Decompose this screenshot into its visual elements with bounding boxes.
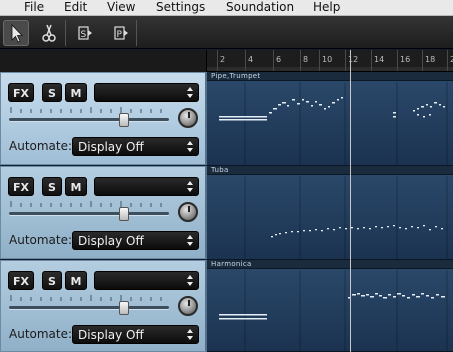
automate-dropdown[interactable]: Display Off — [72, 325, 199, 344]
midi-region[interactable] — [207, 176, 453, 260]
ruler-bar-label: 2 — [220, 55, 226, 64]
menu-view[interactable]: View — [107, 0, 135, 15]
automate-value: Display Off — [78, 234, 144, 248]
volume-slider-handle[interactable] — [119, 113, 130, 127]
lane-header: Harmonica — [207, 260, 453, 269]
menu-help[interactable]: Help — [313, 0, 340, 15]
chevron-updown-icon — [187, 275, 193, 286]
automate-dropdown[interactable]: Display Off — [72, 231, 199, 250]
ruler-bar-label: 14 — [374, 55, 385, 64]
volume-slider-handle[interactable] — [119, 207, 130, 221]
ruler-bar-label: 10 — [322, 55, 333, 64]
ruler-bar-label: 18 — [425, 55, 436, 64]
instrument-dropdown[interactable] — [94, 177, 199, 196]
track-lane-3[interactable]: Harmonica — [207, 260, 453, 352]
pattern-tool-icon: P — [114, 26, 128, 40]
ruler-bar-label: 8 — [303, 55, 309, 64]
midi-region[interactable] — [207, 270, 453, 352]
menu-edit[interactable]: Edit — [64, 0, 87, 15]
pan-knob[interactable] — [178, 202, 198, 222]
fx-button[interactable]: FX — [8, 177, 34, 196]
volume-scale — [10, 201, 162, 207]
automate-value: Display Off — [78, 140, 144, 154]
menu-soundation[interactable]: Soundation — [226, 0, 294, 15]
track-lane-2[interactable]: Tuba — [207, 166, 453, 260]
ruler-bar-label: 4 — [248, 55, 254, 64]
volume-slider-handle[interactable] — [119, 301, 130, 315]
solo-button[interactable]: S — [42, 271, 62, 290]
pan-knob[interactable] — [178, 296, 198, 316]
track-controls-1[interactable]: FX S M Automate: Display Off — [0, 72, 207, 165]
volume-scale — [10, 107, 162, 113]
menu-bar: File Edit View Settings Soundation Help — [0, 0, 453, 16]
lane-header: Tuba — [207, 166, 453, 175]
menu-file[interactable]: File — [24, 0, 44, 15]
track-header-corner — [0, 50, 207, 72]
scissors-tool-button[interactable] — [36, 20, 62, 46]
volume-slider[interactable] — [9, 306, 169, 309]
solo-button[interactable]: S — [42, 177, 62, 196]
track-controls-2[interactable]: FX S M Automate: Display Off — [0, 166, 207, 259]
chevron-updown-icon — [187, 235, 193, 246]
mute-button[interactable]: M — [65, 83, 87, 102]
chevron-updown-icon — [187, 181, 193, 192]
svg-text:P: P — [117, 30, 123, 40]
automate-value: Display Off — [78, 328, 144, 342]
toolbar: S P — [0, 16, 453, 49]
scissors-icon — [42, 24, 56, 42]
chevron-updown-icon — [187, 87, 193, 98]
pointer-tool-button[interactable] — [3, 20, 29, 46]
track-lane-1[interactable]: Pipe,Trumpet — [207, 72, 453, 166]
automate-dropdown[interactable]: Display Off — [72, 137, 199, 156]
instrument-dropdown[interactable] — [94, 271, 199, 290]
fx-button[interactable]: FX — [8, 271, 34, 290]
split-tool-icon: S — [78, 26, 92, 40]
ruler-bar-label: 6 — [276, 55, 282, 64]
automate-label: Automate: — [9, 327, 73, 341]
ruler-bar-label: 16 — [400, 55, 411, 64]
pattern-tool-button[interactable]: P — [106, 20, 132, 46]
menu-settings[interactable]: Settings — [156, 0, 205, 15]
volume-slider[interactable] — [9, 212, 169, 215]
split-tool-button[interactable]: S — [70, 20, 96, 46]
volume-scale — [10, 295, 162, 301]
pan-knob[interactable] — [178, 108, 198, 128]
arrow-pointer-icon — [11, 24, 23, 43]
mute-button[interactable]: M — [65, 271, 87, 290]
automate-label: Automate: — [9, 139, 73, 153]
automate-label: Automate: — [9, 233, 73, 247]
instrument-dropdown[interactable] — [94, 83, 199, 102]
fx-button[interactable]: FX — [8, 83, 34, 102]
chevron-updown-icon — [187, 329, 193, 340]
midi-region[interactable] — [207, 82, 453, 166]
lane-header: Pipe,Trumpet — [207, 72, 453, 81]
track-name: Harmonica — [211, 260, 252, 268]
track-controls-3[interactable]: FX S M Automate: Display Off — [0, 260, 207, 352]
track-name: Tuba — [211, 166, 229, 174]
mute-button[interactable]: M — [65, 177, 87, 196]
playhead[interactable] — [350, 50, 351, 352]
svg-text:S: S — [81, 30, 87, 40]
track-name: Pipe,Trumpet — [211, 72, 261, 80]
timeline-ruler[interactable]: 2 4 6 8 10 12 14 16 18 20 — [207, 50, 453, 72]
volume-slider[interactable] — [9, 118, 169, 121]
chevron-updown-icon — [187, 141, 193, 152]
solo-button[interactable]: S — [42, 83, 62, 102]
